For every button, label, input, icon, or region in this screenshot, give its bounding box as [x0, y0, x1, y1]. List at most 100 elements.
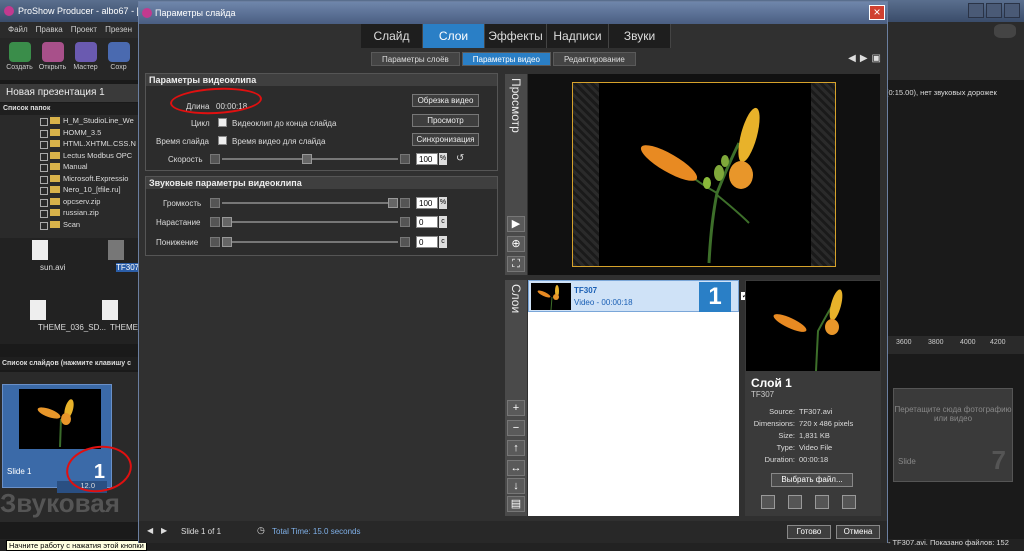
- volume-input[interactable]: 100: [416, 197, 438, 209]
- total-time: Total Time: 15.0 seconds: [272, 527, 361, 536]
- slider-right-icon[interactable]: [400, 237, 410, 247]
- move-down-icon[interactable]: ↓: [507, 478, 525, 494]
- prev-slide-icon[interactable]: ◀: [147, 526, 153, 535]
- slider-left-icon[interactable]: [210, 217, 220, 227]
- slider-left-icon[interactable]: [210, 237, 220, 247]
- fade-in-slider[interactable]: [210, 217, 410, 227]
- play-icon[interactable]: ▶: [507, 216, 525, 232]
- window-icon[interactable]: ▣: [872, 53, 881, 64]
- trim-video-button[interactable]: Обрезка видео: [412, 94, 479, 107]
- slider-thumb[interactable]: [222, 237, 232, 247]
- save-button[interactable]: Сохр: [103, 42, 134, 76]
- minimize-button[interactable]: [968, 3, 984, 18]
- swap-icon[interactable]: ↔: [507, 460, 525, 476]
- drop-slide-placeholder[interactable]: Перетащите сюда фотографию или видео Sli…: [893, 388, 1013, 482]
- tab-captions[interactable]: Надписи: [547, 24, 609, 48]
- open-button[interactable]: Открыть: [37, 42, 68, 76]
- slider-right-icon[interactable]: [400, 154, 410, 164]
- video-settings-header: Параметры видеоклипа: [146, 74, 497, 86]
- open-icon: [41, 42, 64, 62]
- speed-input[interactable]: 100: [416, 153, 438, 165]
- sync-button[interactable]: Синхронизация: [412, 133, 479, 146]
- subtab-editing[interactable]: Редактирование: [552, 52, 636, 66]
- layers-tab[interactable]: Слои: [509, 284, 523, 313]
- menu-edit[interactable]: Правка: [36, 22, 63, 38]
- zoom-icon[interactable]: ⊕: [507, 236, 525, 252]
- preview-tab[interactable]: Просмотр: [509, 78, 523, 133]
- preview-area[interactable]: [528, 74, 880, 275]
- maximize-button[interactable]: [986, 3, 1002, 18]
- file-item[interactable]: THEME_036_S: [80, 300, 166, 332]
- slide-time-checkbox[interactable]: [218, 136, 227, 145]
- file-item-selected[interactable]: TF307.avi: [86, 240, 152, 272]
- folder-item[interactable]: Scan: [0, 219, 138, 231]
- subtab-layer-settings[interactable]: Параметры слоёв: [371, 52, 460, 66]
- wizard-button[interactable]: Мастер: [70, 42, 101, 76]
- tab-sounds[interactable]: Звуки: [609, 24, 671, 48]
- file-info-icon[interactable]: [788, 495, 802, 509]
- fade-out-input[interactable]: 0: [416, 236, 438, 248]
- loop-checkbox[interactable]: [218, 118, 227, 127]
- fade-in-label: Нарастание: [156, 218, 201, 227]
- file-item[interactable]: THEME_036_SD...: [8, 300, 106, 332]
- file-icon: [102, 300, 118, 320]
- slider-right-icon[interactable]: [400, 217, 410, 227]
- layer-number: 1: [699, 282, 731, 312]
- folder-icon: [50, 197, 60, 205]
- cancel-button[interactable]: Отмена: [836, 525, 880, 539]
- menu-project[interactable]: Проект: [71, 22, 97, 38]
- menu-presentation[interactable]: Презен: [105, 22, 132, 38]
- folder-item[interactable]: H_M_StudioLine_We: [0, 115, 138, 127]
- app-close-button[interactable]: [1004, 3, 1020, 18]
- fade-in-input[interactable]: 0: [416, 216, 438, 228]
- slider-left-icon[interactable]: [210, 154, 220, 164]
- slider-thumb[interactable]: [302, 154, 312, 164]
- image-edit-icon[interactable]: [761, 495, 775, 509]
- slider-right-icon[interactable]: [400, 198, 410, 208]
- eye-icon[interactable]: [994, 24, 1016, 38]
- layer-edit-icon[interactable]: ▤: [507, 496, 525, 512]
- slide-time-checkbox-label: Время видео для слайда: [232, 137, 326, 146]
- folder-item[interactable]: Microsoft.Expressio: [0, 173, 138, 185]
- folder-item[interactable]: Lectus Modbus OPC: [0, 150, 138, 162]
- crop-icon[interactable]: [815, 495, 829, 509]
- remove-layer-icon[interactable]: −: [507, 420, 525, 436]
- folder-item[interactable]: HOMM_3.5: [0, 127, 138, 139]
- preview-button[interactable]: Просмотр: [412, 114, 479, 127]
- tab-slide[interactable]: Слайд: [361, 24, 423, 48]
- layer-row[interactable]: TF307 Video - 00:00:18 1 ✓: [528, 280, 750, 312]
- file-item[interactable]: sun.avi: [10, 240, 70, 272]
- volume-slider[interactable]: [210, 198, 410, 208]
- speed-slider[interactable]: [210, 154, 410, 164]
- tab-layers[interactable]: Слои: [423, 24, 485, 48]
- folder-item[interactable]: HTML.XHTML.CSS.N: [0, 138, 138, 150]
- fit-icon[interactable]: ⛶: [507, 256, 525, 272]
- select-file-button[interactable]: Выбрать файл...: [771, 473, 853, 487]
- folder-item[interactable]: russian.zip: [0, 207, 138, 219]
- fade-out-slider[interactable]: [210, 237, 410, 247]
- reset-icon[interactable]: ↺: [456, 153, 464, 164]
- menu-file[interactable]: Файл: [8, 22, 28, 38]
- slider-left-icon[interactable]: [210, 198, 220, 208]
- tab-effects[interactable]: Эффекты: [485, 24, 547, 48]
- slider-thumb[interactable]: [222, 217, 232, 227]
- next-arrow-icon[interactable]: ▶: [860, 53, 868, 64]
- folder-item[interactable]: Manual: [0, 161, 138, 173]
- subtab-video-settings[interactable]: Параметры видео: [461, 52, 551, 66]
- sound-settings-group: Звуковые параметры видеоклипа Громкость …: [145, 176, 498, 256]
- prev-arrow-icon[interactable]: ◀: [848, 53, 856, 64]
- move-up-icon[interactable]: ↑: [507, 440, 525, 456]
- add-layer-icon[interactable]: +: [507, 400, 525, 416]
- speed-unit: %: [439, 153, 447, 165]
- copy-icon[interactable]: [842, 495, 856, 509]
- folder-item[interactable]: opcserv.zip: [0, 196, 138, 208]
- ok-button[interactable]: Готово: [787, 525, 831, 539]
- folder-item[interactable]: Nero_10_[tfile.ru]: [0, 184, 138, 196]
- next-slide-icon[interactable]: ▶: [161, 526, 167, 535]
- folder-icon: [50, 151, 60, 159]
- slider-thumb[interactable]: [388, 198, 398, 208]
- create-button[interactable]: Создать: [4, 42, 35, 76]
- dialog-close-button[interactable]: ×: [869, 5, 885, 20]
- layer-frame[interactable]: [572, 82, 836, 267]
- fade-in-unit: c: [439, 216, 447, 228]
